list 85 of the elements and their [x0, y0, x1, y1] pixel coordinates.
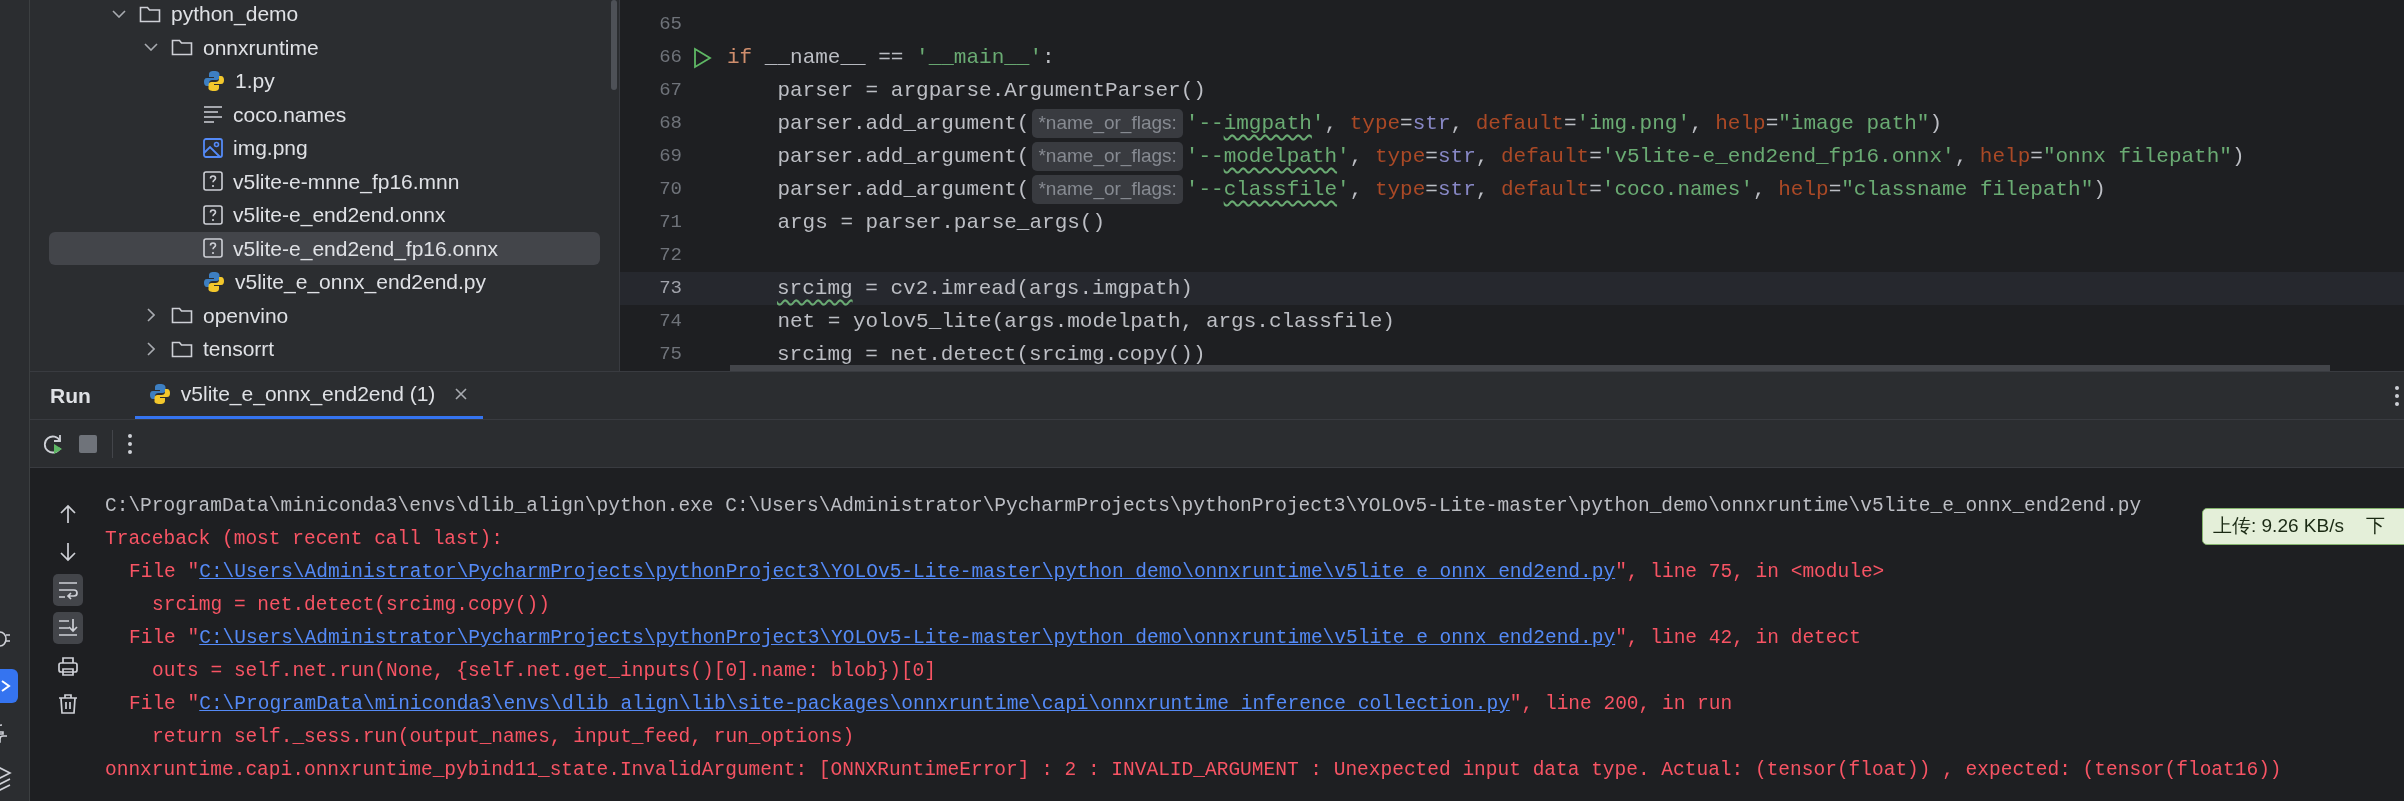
chevron-right-icon	[147, 308, 155, 323]
code-line: if __name__ == '__main__':	[727, 44, 1055, 71]
run-gutter-icon[interactable]	[692, 46, 712, 69]
text-file-icon	[203, 105, 223, 124]
line-number: 72	[658, 243, 682, 269]
line-number: 74	[658, 309, 682, 335]
chevron-right-icon	[147, 341, 155, 356]
more-icon[interactable]	[127, 432, 133, 455]
console-text: ", line 42, in detect	[1615, 625, 1861, 651]
parameter-hint: *name_or_flags:	[1032, 142, 1183, 171]
file-link[interactable]: C:\Users\Administrator\PycharmProjects\pythonProject3\YOLOv5-Lite-master\python_demo\onnxruntime\v5lite_e_onnx_end2end.py	[199, 623, 1616, 654]
scroll-to-end-icon	[56, 617, 79, 639]
code-line: net = yolov5_lite(args.modelpath, args.classfile)	[776, 308, 1395, 335]
code-line: parser = argparse.ArgumentParser()	[776, 77, 1206, 104]
code-line: parser.add_argument( *name_or_flags: '--imgpath', type=str, default='img.png', help="image path")	[727, 107, 1943, 140]
tree-item[interactable]: v5lite_e_onnx_end2end.py	[49, 265, 600, 299]
tree-item[interactable]: v5lite-e_end2end_fp16.onnx	[49, 231, 600, 265]
print-icon	[56, 655, 79, 677]
tree-item[interactable]: img.png	[49, 131, 600, 165]
console-text: return self._sess.run(output_names, input_feed, run_options)	[152, 724, 855, 750]
unknown-file-icon	[203, 171, 223, 192]
stop-icon[interactable]	[78, 433, 98, 454]
close-icon[interactable]	[453, 386, 470, 402]
python-icon	[203, 270, 225, 293]
console-text: File "	[129, 559, 200, 585]
soft-wrap-icon	[56, 579, 79, 601]
code-line: srcimg = cv2.imread(args.imgpath)	[777, 275, 1193, 302]
panel-title: Run	[49, 382, 92, 409]
python-icon	[203, 69, 225, 92]
parameter-hint: *name_or_flags:	[1032, 175, 1183, 204]
line-number: 75	[658, 342, 682, 368]
line-number: 73	[658, 276, 682, 302]
run-tab[interactable]: v5lite_e_onnx_end2end (1)	[134, 372, 484, 419]
file-link[interactable]: C:\Users\Administrator\PycharmProjects\pythonProject3\YOLOv5-Lite-master\python_demo\onnxruntime\v5lite_e_onnx_end2end.py	[199, 557, 1616, 588]
download-label: 下	[2365, 514, 2385, 539]
console-text: srcimg = net.detect(srcimg.copy())	[152, 592, 550, 618]
console-text: File "	[129, 691, 200, 717]
code-line: srcimg = net.detect(srcimg.copy())	[777, 341, 1206, 368]
run-icon	[0, 678, 12, 694]
tree-item[interactable]: 1.py	[49, 64, 600, 98]
line-number: 71	[658, 210, 682, 236]
tree-item[interactable]: v5lite-e-mnne_fp16.mnn	[49, 164, 600, 198]
folder-icon	[139, 4, 161, 23]
line-number: 65	[658, 12, 682, 38]
trash-icon	[56, 693, 79, 715]
chevron-down-icon	[144, 43, 158, 52]
unknown-file-icon	[203, 204, 223, 225]
chevron-down-icon	[112, 9, 126, 18]
console-text: File "	[129, 625, 200, 651]
tree-item[interactable]: openvino	[49, 298, 600, 332]
more-icon[interactable]	[2394, 385, 2400, 407]
line-number: 70	[658, 177, 682, 203]
rerun-icon[interactable]	[42, 432, 64, 455]
tree-item[interactable]: python_demo	[49, 0, 600, 31]
console-text: C:\ProgramData\miniconda3\envs\dlib_align\python.exe C:\Users\Administrator\PycharmProjects\pythonProject3\YOLOv5-Lite-master\python_demo\onnxruntime\v5lite_e_onnx_end2end.py	[105, 493, 2142, 519]
code-line: args = parser.parse_args()	[776, 209, 1106, 236]
image-file-icon	[203, 137, 223, 158]
console-text: Traceback (most recent call last):	[105, 526, 503, 552]
tree-item[interactable]: tensorrt	[49, 332, 600, 366]
soft-wrap-button[interactable]	[52, 574, 83, 606]
tree-item[interactable]: coco.names	[49, 97, 600, 131]
unknown-file-icon	[203, 238, 223, 259]
scrollbar[interactable]	[730, 365, 2330, 371]
folder-icon	[171, 339, 193, 358]
parameter-hint: *name_or_flags:	[1032, 109, 1183, 138]
upload-speed: 上传: 9.26 KB/s	[2213, 514, 2344, 539]
file-link[interactable]: C:\ProgramData\miniconda3\envs\dlib_align\lib\site-packages\onnxruntime\capi\onnxruntime_inference_collection.py	[199, 689, 1510, 720]
scroll-to-end-button[interactable]	[52, 612, 83, 644]
code-line: parser.add_argument( *name_or_flags: '--classfile', type=str, default='coco.names', help="classname filepath")	[727, 173, 2106, 206]
tree-item[interactable]: onnxruntime	[49, 30, 600, 64]
line-number: 66	[658, 45, 682, 71]
console-text: ", line 75, in <module>	[1615, 559, 1885, 585]
line-number: 67	[658, 78, 682, 104]
console-text: ", line 200, in run	[1509, 691, 1733, 717]
console-text: outs = self.net.run(None, {self.net.get_inputs()[0].name: blob})[0]	[152, 658, 937, 684]
folder-icon	[171, 306, 193, 325]
console-text: onnxruntime.capi.onnxruntime_pybind11_state.InvalidArgument: [ONNXRuntimeError] : 2 : INVALID_ARGUMENT : Unexpected input data type. Actual: (tensor(float)) , expected: (tensor(float16))	[105, 757, 2282, 783]
line-number: 69	[658, 144, 682, 170]
code-line: parser.add_argument( *name_or_flags: '--modelpath', type=str, default='v5lite-e_end2end_fp16.onnx', help="onnx filepath")	[727, 140, 2245, 173]
run-tool-button[interactable]	[0, 669, 18, 703]
scrollbar[interactable]	[611, 0, 617, 90]
folder-icon	[171, 38, 193, 57]
python-icon	[148, 383, 171, 405]
tree-item[interactable]: v5lite-e_end2end.onnx	[49, 198, 600, 232]
line-number: 68	[658, 111, 682, 137]
